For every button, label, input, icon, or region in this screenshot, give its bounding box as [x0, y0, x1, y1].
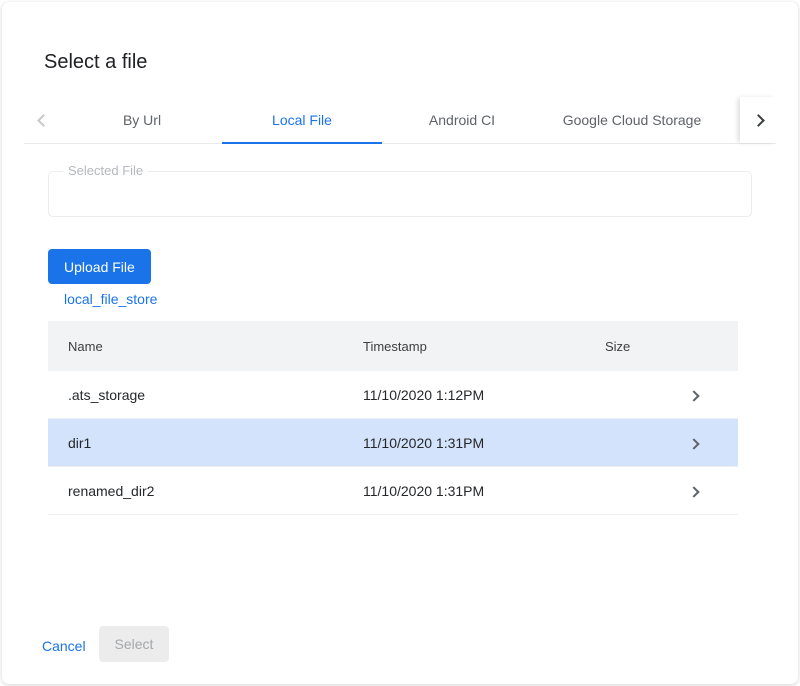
table-row[interactable]: renamed_dir2 11/10/2020 1:31PM [48, 467, 738, 515]
file-store-breadcrumb[interactable]: local_file_store [64, 291, 157, 307]
tab-label: Google Cloud Storage [563, 112, 702, 128]
dialog-title: Select a file [44, 50, 147, 74]
file-timestamp: 11/10/2020 1:31PM [363, 435, 605, 451]
selected-file-input[interactable] [49, 172, 751, 216]
chevron-right-icon [688, 486, 699, 497]
table-header-row: Name Timestamp Size [48, 321, 738, 371]
file-table: Name Timestamp Size .ats_storage 11/10/2… [48, 321, 738, 515]
column-header-timestamp: Timestamp [363, 339, 605, 354]
select-button[interactable]: Select [99, 626, 169, 662]
chevron-left-icon [37, 114, 50, 127]
tab-google-cloud-storage[interactable]: Google Cloud Storage [542, 97, 722, 143]
select-file-dialog: Select a file By Url Local File Android … [2, 2, 798, 684]
tab-by-url[interactable]: By Url [62, 97, 222, 143]
tab-label: Local File [272, 112, 332, 128]
table-row[interactable]: .ats_storage 11/10/2020 1:12PM [48, 371, 738, 419]
tab-label: Android CI [429, 112, 495, 128]
selected-file-label: Selected File [63, 163, 148, 179]
tab-bar: By Url Local File Android CI Google Clou… [24, 97, 776, 144]
tab-scroll-right-button[interactable] [740, 97, 776, 143]
file-name: .ats_storage [48, 387, 363, 403]
tab-label: By Url [123, 112, 161, 128]
chevron-right-icon [688, 438, 699, 449]
chevron-right-icon [752, 114, 765, 127]
tab-android-ci[interactable]: Android CI [382, 97, 542, 143]
column-header-name: Name [48, 339, 363, 354]
file-timestamp: 11/10/2020 1:12PM [363, 387, 605, 403]
table-row-selected[interactable]: dir1 11/10/2020 1:31PM [48, 419, 738, 467]
upload-file-button[interactable]: Upload File [48, 249, 151, 284]
column-header-size: Size [605, 339, 685, 354]
chevron-right-icon [688, 390, 699, 401]
file-name: dir1 [48, 435, 363, 451]
tab-local-file[interactable]: Local File [222, 97, 382, 143]
selected-file-field: Selected File [48, 171, 752, 217]
file-name: renamed_dir2 [48, 483, 363, 499]
cancel-button[interactable]: Cancel [34, 634, 94, 658]
tab-scroll-left-button[interactable] [24, 97, 62, 143]
file-timestamp: 11/10/2020 1:31PM [363, 483, 605, 499]
